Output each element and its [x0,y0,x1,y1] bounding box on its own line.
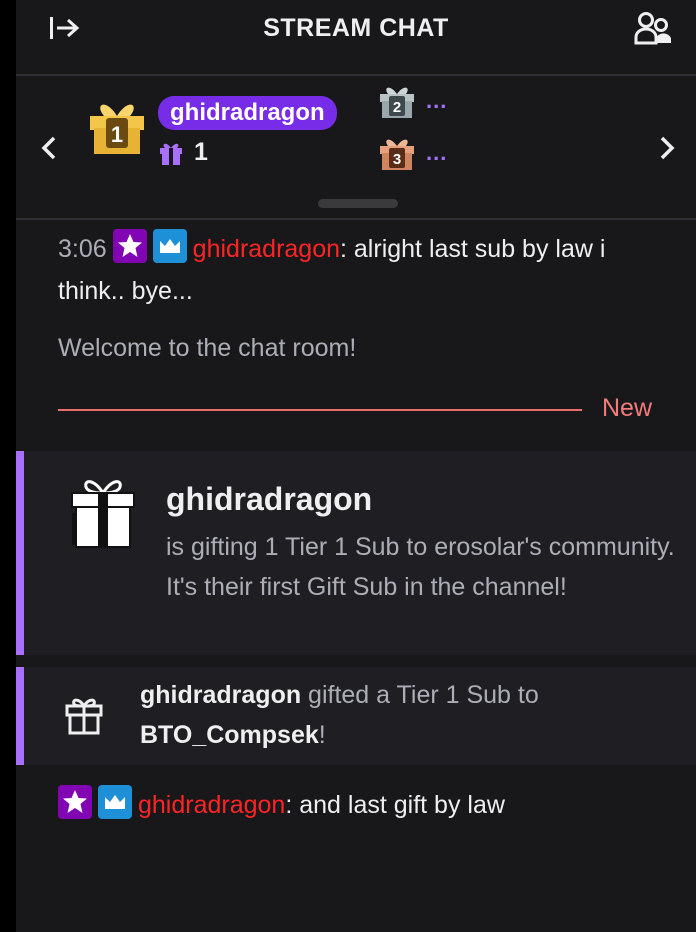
gift-icon [160,143,182,165]
gift-leaderboard: 1 ghidradragon 1 2 ... 3 ... [16,76,696,220]
vip-badge[interactable] [58,785,92,819]
message-timestamp: 3:06 [58,235,107,263]
rank3-gift-icon: 3 [380,139,414,170]
chevron-right-icon [660,136,675,160]
chat-username[interactable]: ghidradragon [138,791,285,819]
star-icon [117,234,142,257]
crown-icon [159,239,180,253]
svg-text:1: 1 [111,122,123,147]
gift-announcement-username[interactable]: ghidradragon [166,481,372,518]
new-messages-label: New [602,394,653,422]
top-gifter-username[interactable]: ghidradragon [158,96,337,130]
svg-text:2: 2 [393,99,401,116]
rank2-more: ... [426,88,448,113]
gifted-middle-text: gifted a Tier 1 Sub to [301,681,539,709]
leaderboard-prev-button[interactable] [34,128,64,168]
gift-count-value: 1 [194,138,208,166]
welcome-message: Welcome to the chat room! [58,334,357,362]
message-text: : and last gift by law [285,791,505,819]
stream-chat-panel: STREAM CHAT 1 ghidradragon 1 2 ... 3 ...… [16,0,696,932]
left-edge [0,0,16,932]
gifted-sub-text: ghidradragon gifted a Tier 1 Sub to BTO_… [140,675,680,755]
gift-announcement: ghidradragon is gifting 1 Tier 1 Sub to … [16,451,696,655]
community-button[interactable] [634,10,674,48]
subscriber-badge[interactable] [152,229,187,263]
chat-header: STREAM CHAT [16,0,696,76]
rank3-more: ... [426,140,448,165]
leaderboard-next-button[interactable] [652,128,682,168]
star-icon [63,790,87,813]
chat-message: 3:06 ghidradragon: alright last sub by la… [58,228,658,312]
chat-message: ghidradragon: and last gift by law [58,784,678,826]
gift-box-icon [71,480,135,548]
chat-title: STREAM CHAT [263,14,449,42]
subscriber-badge[interactable] [98,785,132,819]
new-messages-divider [58,409,582,411]
crown-icon [105,795,125,809]
rank2-gift-icon: 2 [380,87,414,118]
svg-text:3: 3 [393,151,401,168]
gift-announcement-text: is gifting 1 Tier 1 Sub to erosolar's co… [166,533,675,601]
chevron-left-icon [41,136,56,160]
gift-outline-icon [65,698,103,735]
leaderboard-drag-handle[interactable] [318,199,398,208]
gifted-end-text: ! [318,721,326,749]
gifted-sub-notice: ghidradragon gifted a Tier 1 Sub to BTO_… [16,667,696,765]
vip-badge[interactable] [112,229,147,263]
community-icon [634,12,671,45]
rank1-gift-icon: 1 [90,104,144,154]
gifter-username[interactable]: ghidradragon [140,681,301,709]
recipient-username[interactable]: BTO_Compsek [140,721,319,749]
top-gifter-count: 1 [158,138,208,167]
chat-username[interactable]: ghidradragon [193,235,340,263]
